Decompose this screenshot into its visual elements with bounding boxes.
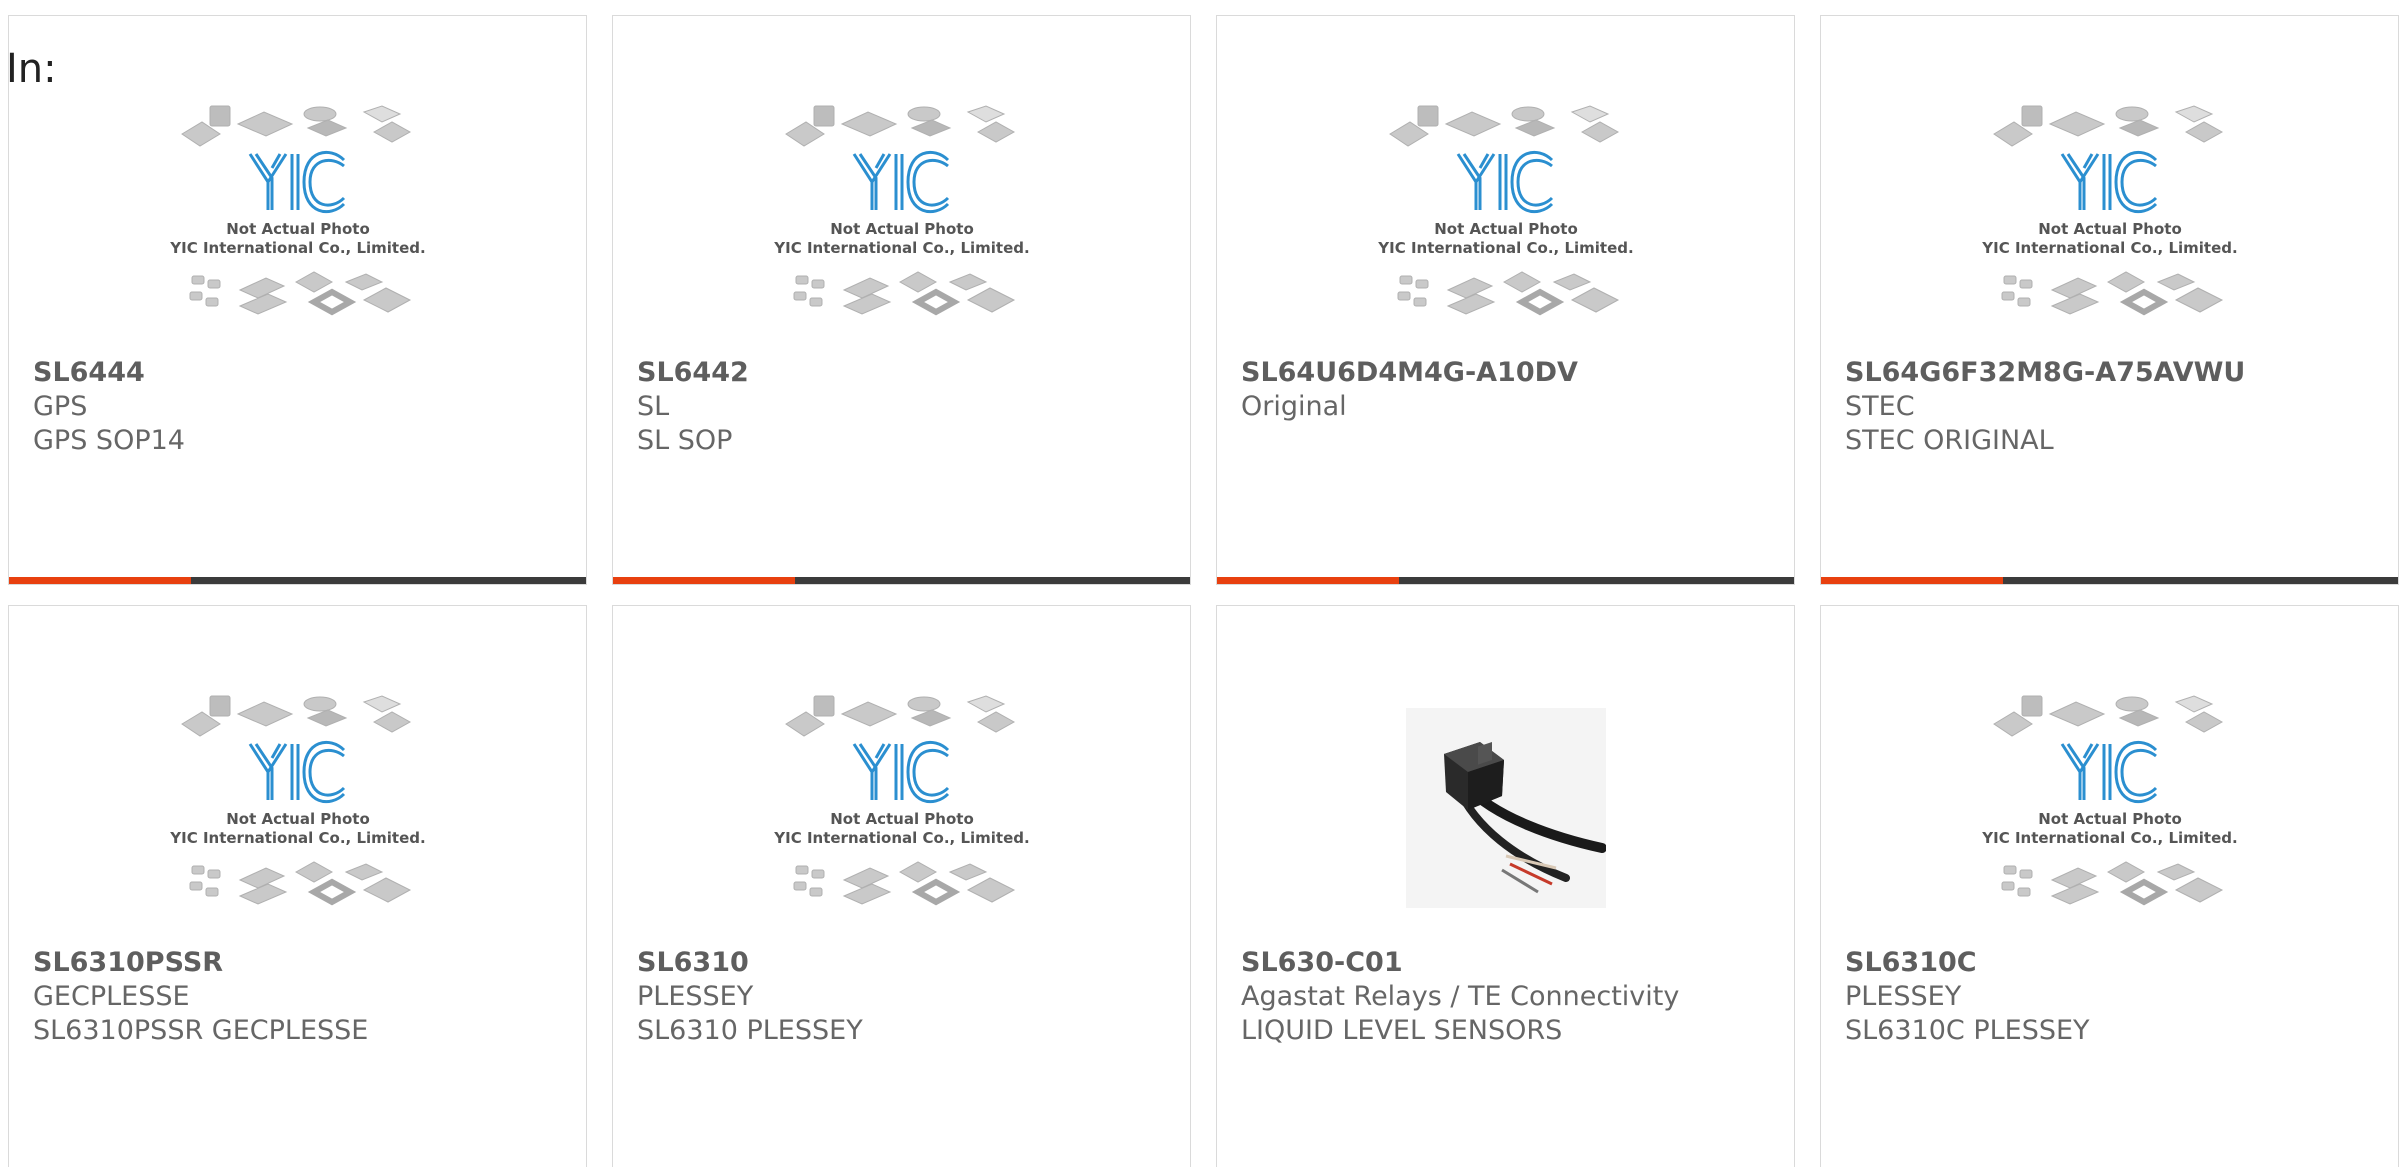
not-actual-photo-label: Not Actual Photo — [830, 220, 974, 238]
product-info: SL6310PSSR GECPLESSE SL6310PSSR GECPLESSE — [33, 946, 570, 1048]
placeholder-image: Not Actual Photo YIC International Co., … — [773, 695, 1029, 906]
placeholder-image: Not Actual Photo YIC International Co., … — [169, 105, 425, 316]
not-actual-photo-label: Not Actual Photo — [2038, 810, 2182, 828]
placeholder-image: Not Actual Photo YIC International Co., … — [1377, 105, 1633, 316]
product-card[interactable]: Not Actual Photo YIC International Co., … — [612, 15, 1191, 585]
manufacturer: Agastat Relays / TE Connectivity — [1241, 981, 1680, 1012]
product-card[interactable]: Not Actual Photo YIC International Co., … — [1216, 15, 1795, 585]
product-image[interactable]: Not Actual Photo YIC International Co., … — [613, 98, 1190, 338]
product-info: SL64G6F32M8G-A75AVWU STEC STEC ORIGINAL — [1845, 356, 2382, 458]
not-actual-photo-label: Not Actual Photo — [2038, 220, 2182, 238]
card-accent-bar — [1821, 577, 2003, 584]
manufacturer: GPS — [33, 391, 88, 422]
product-info: SL64U6D4M4G-A10DV Original — [1241, 356, 1778, 424]
product-card[interactable]: Not Actual Photo YIC International Co., … — [612, 605, 1191, 1167]
product-info: SL6310C PLESSEY SL6310C PLESSEY — [1845, 946, 2382, 1048]
part-number-link[interactable]: SL630-C01 — [1241, 946, 1778, 980]
not-actual-photo-label: Not Actual Photo — [1434, 220, 1578, 238]
product-info: SL630-C01 Agastat Relays / TE Connectivit… — [1241, 946, 1778, 1048]
yic-logo — [248, 740, 345, 804]
description: STEC ORIGINAL — [1845, 425, 2054, 456]
yic-logo — [248, 150, 345, 214]
placeholder-image: Not Actual Photo YIC International Co., … — [1981, 105, 2237, 316]
company-label: YIC International Co., Limited. — [1981, 239, 2237, 257]
manufacturer: PLESSEY — [1845, 981, 1962, 1012]
product-image[interactable]: Not Actual Photo YIC International Co., … — [1821, 98, 2398, 338]
company-label: YIC International Co., Limited. — [1981, 829, 2237, 847]
description: GPS SOP14 — [33, 425, 185, 456]
description: SL6310PSSR GECPLESSE — [33, 1015, 369, 1046]
card-bottom-bar — [1217, 577, 1794, 584]
card-accent-bar — [9, 577, 191, 584]
card-accent-bar — [613, 577, 795, 584]
description: SL6310C PLESSEY — [1845, 1015, 2090, 1046]
part-number-link[interactable]: SL6444 — [33, 356, 570, 390]
card-bottom-bar — [613, 577, 1190, 584]
manufacturer: PLESSEY — [637, 981, 754, 1012]
product-grid: Not Actual Photo YIC International Co., … — [8, 15, 2399, 1167]
company-label: YIC International Co., Limited. — [169, 239, 425, 257]
description: LIQUID LEVEL SENSORS — [1241, 1015, 1563, 1046]
product-info: SL6442 SL SL SOP — [637, 356, 1174, 458]
company-label: YIC International Co., Limited. — [169, 829, 425, 847]
card-bottom-bar — [9, 577, 586, 584]
description: SL6310 PLESSEY — [637, 1015, 863, 1046]
sensor-photo — [1405, 708, 1606, 908]
card-bottom-bar — [1821, 577, 2398, 584]
placeholder-image: Not Actual Photo YIC International Co., … — [1981, 695, 2237, 906]
not-actual-photo-label: Not Actual Photo — [226, 220, 370, 238]
placeholder-image: Not Actual Photo YIC International Co., … — [773, 105, 1029, 316]
part-number-link[interactable]: SL6310PSSR — [33, 946, 570, 980]
product-card[interactable]: SL630-C01 Agastat Relays / TE Connectivit… — [1216, 605, 1795, 1167]
manufacturer: SL — [637, 391, 670, 422]
not-actual-photo-label: Not Actual Photo — [226, 810, 370, 828]
description: SL SOP — [637, 425, 733, 456]
page-heading: In: — [6, 46, 57, 92]
product-image[interactable]: Not Actual Photo YIC International Co., … — [613, 688, 1190, 928]
part-number-link[interactable]: SL6442 — [637, 356, 1174, 390]
product-image[interactable]: Not Actual Photo YIC International Co., … — [9, 688, 586, 928]
yic-logo — [852, 150, 949, 214]
company-label: YIC International Co., Limited. — [773, 829, 1029, 847]
page: Not Actual Photo YIC International Co., … — [0, 0, 2400, 1167]
placeholder-image: Not Actual Photo YIC International Co., … — [169, 695, 425, 906]
manufacturer: GECPLESSE — [33, 981, 190, 1012]
yic-logo — [852, 740, 949, 804]
part-number-link[interactable]: SL64G6F32M8G-A75AVWU — [1845, 356, 2382, 390]
manufacturer: Original — [1241, 391, 1347, 422]
product-card[interactable]: Not Actual Photo YIC International Co., … — [1820, 15, 2399, 585]
company-label: YIC International Co., Limited. — [773, 239, 1029, 257]
product-info: SL6310 PLESSEY SL6310 PLESSEY — [637, 946, 1174, 1048]
manufacturer: STEC — [1845, 391, 1915, 422]
part-number-link[interactable]: SL64U6D4M4G-A10DV — [1241, 356, 1778, 390]
product-card[interactable]: Not Actual Photo YIC International Co., … — [1820, 605, 2399, 1167]
product-card[interactable]: Not Actual Photo YIC International Co., … — [8, 605, 587, 1167]
card-accent-bar — [1217, 577, 1399, 584]
product-image[interactable] — [1217, 688, 1794, 928]
company-label: YIC International Co., Limited. — [1377, 239, 1633, 257]
yic-logo — [2060, 150, 2157, 214]
yic-logo — [2060, 740, 2157, 804]
product-card[interactable]: Not Actual Photo YIC International Co., … — [8, 15, 587, 585]
not-actual-photo-label: Not Actual Photo — [830, 810, 974, 828]
yic-logo — [1456, 150, 1553, 214]
product-image[interactable]: Not Actual Photo YIC International Co., … — [1217, 98, 1794, 338]
product-image[interactable]: Not Actual Photo YIC International Co., … — [1821, 688, 2398, 928]
part-number-link[interactable]: SL6310C — [1845, 946, 2382, 980]
part-number-link[interactable]: SL6310 — [637, 946, 1174, 980]
product-image[interactable]: Not Actual Photo YIC International Co., … — [9, 98, 586, 338]
product-info: SL6444 GPS GPS SOP14 — [33, 356, 570, 458]
